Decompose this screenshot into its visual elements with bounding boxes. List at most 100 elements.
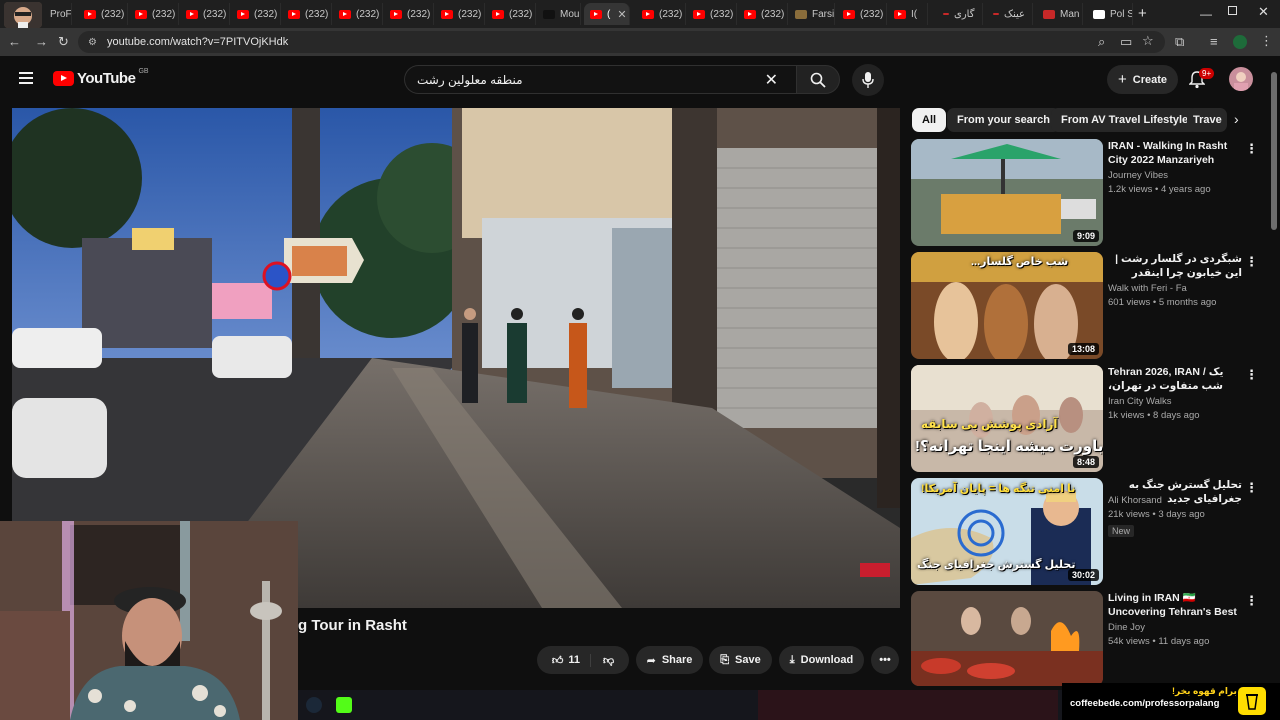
tab-label: Farsi (812, 8, 835, 20)
youtube-icon (693, 9, 705, 19)
video-thumbnail[interactable]: نا امنی تنگه ها = پایان آمریکا! تحلیل گس… (911, 478, 1103, 585)
search-input[interactable]: منطقه معلولین رشت ✕ (404, 65, 796, 94)
recommendation-item[interactable]: شب خاص گلسار... 13:08 شبگردی در گلسار رش… (911, 252, 1258, 360)
channel-name[interactable]: Journey Vibes (1108, 170, 1168, 181)
recommendation-item[interactable]: نا امنی تنگه ها = پایان آمریکا! تحلیل گس… (911, 478, 1258, 586)
tab-youtube[interactable]: (232) (636, 3, 686, 25)
more-vertical-icon[interactable]: ⋮ (1245, 367, 1258, 383)
site-info-icon[interactable]: ⚙ (88, 37, 97, 48)
tab-youtube[interactable]: (232) (486, 3, 536, 25)
tab-active[interactable]: (✕ (584, 3, 630, 25)
region-code: GB (138, 68, 149, 75)
view-count-age: 1k views • 8 days ago (1108, 410, 1200, 421)
steam-icon[interactable] (306, 697, 322, 713)
tab-youtube[interactable]: (232) (837, 3, 887, 25)
channel-name[interactable]: Walk with Feri - Fa (1108, 283, 1187, 294)
profile-avatar-icon[interactable] (4, 2, 42, 28)
extensions-icon[interactable]: ⧉ (1175, 35, 1184, 49)
profile-icon[interactable] (1233, 35, 1247, 49)
tab-youtube[interactable]: (232) (180, 3, 230, 25)
voice-search-button[interactable] (852, 64, 884, 96)
chip-travel[interactable]: Trave (1187, 108, 1227, 132)
reading-list-icon[interactable]: ≡ (1210, 35, 1218, 49)
tab-tiktok[interactable]: Mou (537, 3, 581, 25)
tab-youtube[interactable]: I( (888, 3, 928, 25)
recommendation-title[interactable]: Tehran 2026, IRAN / یک شب متفاوت در تهرا… (1108, 365, 1242, 393)
window-close-icon[interactable]: ✕ (1258, 4, 1269, 20)
cast-icon[interactable]: ▭ (1120, 35, 1132, 49)
search-button[interactable] (796, 65, 840, 94)
plus-icon: + (1117, 71, 1127, 88)
video-thumbnail[interactable]: شب خاص گلسار... 13:08 (911, 252, 1103, 359)
chip-all[interactable]: All (912, 108, 947, 132)
tab-youtube[interactable]: (232) (333, 3, 383, 25)
like-button[interactable]: 👍︎ 11 (552, 653, 591, 667)
share-button[interactable]: ➦ Share (636, 646, 703, 674)
zoom-icon[interactable]: ⌕ (1098, 35, 1105, 49)
back-icon[interactable]: ← (8, 35, 21, 49)
download-button[interactable]: ⤓ Download (779, 646, 864, 674)
tab-site[interactable]: گاری (937, 3, 983, 25)
hamburger-menu-icon[interactable] (19, 72, 33, 84)
scrollbar-thumb[interactable] (1271, 72, 1277, 230)
video-thumbnail[interactable]: 9:09 (911, 139, 1103, 246)
tab-youtube[interactable]: (232) (78, 3, 128, 25)
youtube-icon (84, 9, 96, 19)
recommendation-title[interactable]: IRAN - Walking In Rasht City 2022 Manzar… (1108, 139, 1242, 167)
tab-chart-site[interactable]: Man (1037, 3, 1083, 25)
reload-icon[interactable]: ↻ (58, 35, 69, 49)
more-actions-button[interactable]: ••• (871, 646, 899, 674)
save-label: Save (735, 654, 761, 666)
tab-youtube[interactable]: (232) (129, 3, 179, 25)
video-thumbnail[interactable] (911, 591, 1103, 686)
tab-youtube[interactable]: (232) (384, 3, 434, 25)
url-text[interactable]: youtube.com/watch?v=7PITVOjKHdk (107, 36, 288, 48)
recommendation-item[interactable]: Living in IRAN 🇮🇷 Uncovering Tehran's Be… (911, 591, 1258, 686)
close-icon[interactable]: ✕ (617, 8, 626, 21)
chart-site-icon (1043, 9, 1055, 19)
chevron-right-icon[interactable]: › (1234, 111, 1239, 127)
channel-name[interactable]: Ali Khorsand (1108, 495, 1162, 506)
dislike-button[interactable]: 👎︎ (597, 654, 614, 667)
tab-youtube[interactable]: (232) (687, 3, 737, 25)
new-tab-icon[interactable]: + (1138, 5, 1147, 22)
recommendation-item[interactable]: آزادی پوشش بی سابقه باورت میشه اینجا تهر… (911, 365, 1258, 473)
share-label: Share (661, 654, 693, 666)
chip-from-channel[interactable]: From AV Travel Lifestyle (1051, 108, 1199, 132)
more-vertical-icon[interactable]: ⋮ (1245, 141, 1258, 157)
tab-youtube[interactable]: (232) (738, 3, 788, 25)
menu-dots-icon[interactable]: ⋮ (1260, 34, 1273, 48)
more-vertical-icon[interactable]: ⋮ (1245, 593, 1258, 609)
video-thumbnail[interactable]: آزادی پوشش بی سابقه باورت میشه اینجا تهر… (911, 365, 1103, 472)
forward-icon[interactable]: → (35, 35, 48, 49)
search-query[interactable]: منطقه معلولین رشت (417, 73, 523, 87)
chip-from-your-search[interactable]: From your search (947, 108, 1060, 132)
tab-wikipedia[interactable]: Pol S (1087, 3, 1133, 25)
restore-icon[interactable] (1228, 6, 1237, 15)
clear-search-icon[interactable]: ✕ (765, 70, 778, 90)
youtube-logo[interactable]: YouTube GB (53, 68, 149, 87)
address-bar[interactable]: ⚙ youtube.com/watch?v=7PITVOjKHdk (78, 31, 1165, 53)
tab-label: (232) (152, 8, 176, 20)
recommendation-title[interactable]: Living in IRAN 🇮🇷 Uncovering Tehran's Be… (1108, 591, 1242, 619)
bookmark-star-icon[interactable]: ☆ (1142, 34, 1154, 48)
tab-profe[interactable]: ProFe (44, 3, 72, 25)
tab-farsi[interactable]: Farsi (789, 3, 835, 25)
kick-icon[interactable] (336, 697, 352, 713)
create-button[interactable]: + Create (1107, 65, 1178, 94)
more-vertical-icon[interactable]: ⋮ (1245, 254, 1258, 270)
tab-youtube[interactable]: (232) (231, 3, 281, 25)
tab-site[interactable]: عینک (987, 3, 1033, 25)
recommendation-item[interactable]: 9:09 IRAN - Walking In Rasht City 2022 M… (911, 139, 1258, 247)
account-avatar[interactable] (1229, 67, 1253, 91)
youtube-logo-text: YouTube (77, 70, 136, 87)
recommendation-title[interactable]: شبگردی در گلسار رشت | این خیابون چرا این… (1108, 252, 1242, 280)
tab-youtube[interactable]: (232) (282, 3, 332, 25)
more-vertical-icon[interactable]: ⋮ (1245, 480, 1258, 496)
channel-name[interactable]: Dine Joy (1108, 622, 1145, 633)
save-button[interactable]: ⎘ Save (709, 646, 772, 674)
tab-youtube[interactable]: (232) (435, 3, 485, 25)
channel-name[interactable]: Iran City Walks (1108, 396, 1172, 407)
tab-label: Pol S (1110, 8, 1133, 20)
minimize-icon[interactable]: — (1200, 7, 1212, 21)
